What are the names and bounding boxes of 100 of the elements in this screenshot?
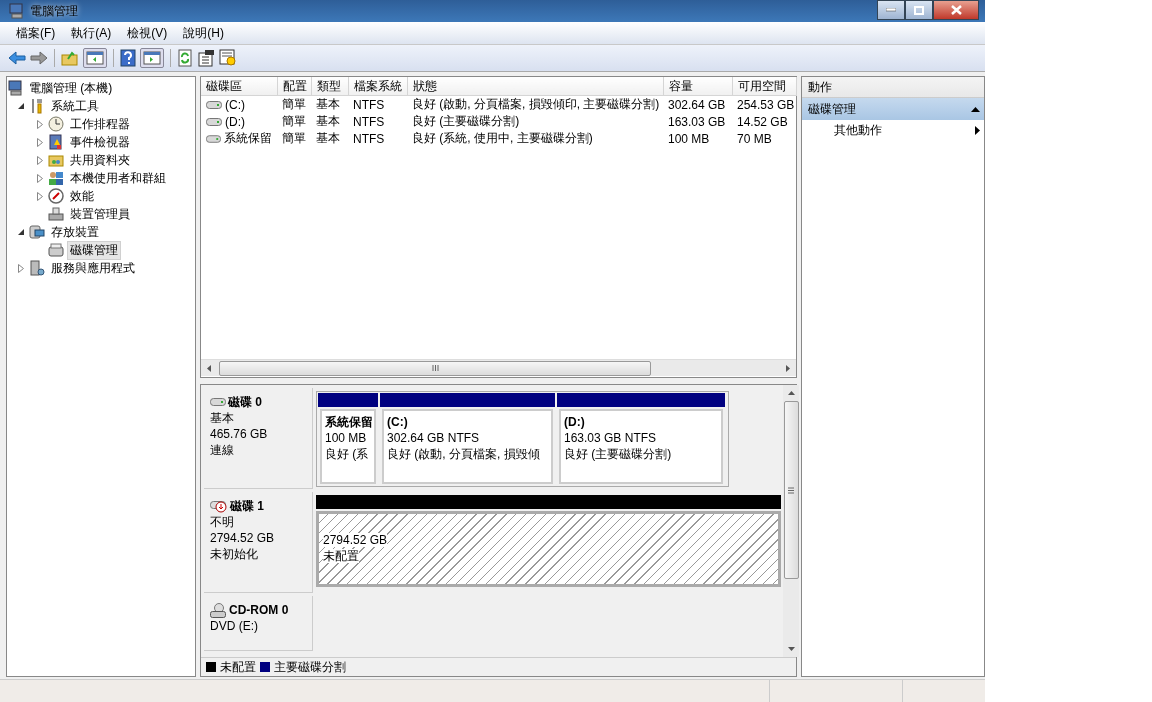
disk-name: 磁碟 0 — [228, 394, 262, 410]
menu-item[interactable]: 檢視(V) — [119, 22, 176, 44]
maximize-button[interactable] — [905, 0, 933, 20]
users-icon — [48, 170, 64, 186]
minimize-button[interactable] — [877, 0, 905, 20]
drive-icon — [206, 133, 221, 144]
partition-status: 良好 (系 — [325, 446, 370, 462]
partition-block[interactable]: (D:) 163.03 GB NTFS 良好 (主要磁碟分割) — [559, 409, 723, 484]
scroll-down-icon[interactable] — [787, 647, 795, 651]
expanded-arrow-icon[interactable] — [17, 228, 25, 236]
tree-item[interactable]: 本機使用者和群組 — [67, 168, 169, 188]
console-tree-icon[interactable] — [83, 48, 107, 68]
partition-name: (D:) — [564, 414, 586, 430]
legend-label: 主要磁碟分割 — [274, 658, 346, 676]
collapsed-arrow-icon[interactable] — [37, 119, 43, 129]
table-cell: NTFS — [348, 95, 407, 113]
partition-size: 163.03 GB NTFS — [564, 430, 658, 446]
table-cell-text: 簡單 — [281, 130, 307, 147]
partition-size: 100 MB — [325, 430, 368, 446]
vertical-scrollbar[interactable] — [783, 385, 799, 657]
submenu-arrow-icon — [975, 125, 980, 135]
cd-drive-icon — [210, 602, 227, 618]
collapsed-arrow-icon[interactable] — [37, 191, 43, 201]
event-log-icon — [48, 134, 64, 150]
scroll-left-icon[interactable] — [207, 364, 211, 372]
partition-block[interactable]: (C:) 302.64 GB NTFS 良好 (啟動, 分頁檔案, 損毀傾 — [382, 409, 553, 484]
close-icon — [950, 5, 962, 15]
tree-item[interactable]: 磁碟管理 — [67, 240, 121, 260]
partition-name: (C:) — [387, 414, 409, 430]
scroll-right-icon[interactable] — [786, 364, 790, 372]
tree-item[interactable]: 系統工具 — [48, 96, 102, 116]
table-cell-text: 70 MB — [736, 130, 773, 147]
table-cell: 基本 — [311, 95, 348, 113]
disk-drive-icon — [210, 397, 226, 407]
table-cell-text: NTFS — [352, 130, 386, 147]
settings-icon[interactable] — [219, 49, 237, 67]
expanded-arrow-icon[interactable] — [17, 102, 25, 110]
tree-item[interactable]: 效能 — [67, 186, 97, 206]
menu-item[interactable]: 檔案(F) — [8, 22, 64, 44]
column-header[interactable]: 可用空間 — [732, 77, 796, 96]
menu-item[interactable]: 執行(A) — [63, 22, 120, 44]
collapsed-arrow-icon[interactable] — [37, 173, 43, 183]
drive-icon — [206, 116, 222, 127]
scroll-thumb[interactable] — [783, 401, 799, 579]
window-title: 電腦管理 — [30, 2, 79, 20]
table-cell-text: 基本 — [315, 113, 341, 130]
column-header[interactable]: 類型 — [311, 77, 348, 96]
tree-item[interactable]: 服務與應用程式 — [48, 258, 138, 278]
column-header[interactable]: 檔案系統 — [348, 77, 407, 96]
table-cell-text: 良好 (系統, 使用中, 主要磁碟分割) — [411, 130, 594, 147]
legend-label: 未配置 — [220, 658, 256, 676]
column-header[interactable]: 容量 — [663, 77, 732, 96]
tree-item[interactable]: 事件檢視器 — [67, 132, 133, 152]
action-item[interactable]: 其他動作 — [802, 120, 984, 140]
table-cell-text: 簡單 — [281, 113, 307, 130]
disk-info: 連線 — [210, 442, 235, 458]
menu-item[interactable]: 說明(H) — [175, 22, 232, 44]
partition-name: 系統保留 — [325, 414, 371, 430]
table-cell: (C:) — [225, 97, 245, 112]
table-cell: (D:) — [225, 114, 245, 129]
table-cell-text: 14.52 GB — [736, 113, 789, 130]
tree-item[interactable]: 裝置管理員 — [67, 204, 133, 224]
disk-info: 2794.52 GB — [210, 530, 276, 546]
action-pane-icon[interactable] — [140, 48, 164, 68]
tree-item[interactable]: 工作排程器 — [67, 114, 133, 134]
tree-item[interactable]: 電腦管理 (本機) — [26, 78, 116, 98]
close-button[interactable] — [933, 0, 979, 20]
computer-icon — [8, 3, 24, 19]
unallocated-partition[interactable]: 2794.52 GB 未配置 — [316, 511, 781, 587]
help-icon[interactable] — [120, 49, 136, 67]
table-cell: 302.64 GB — [663, 95, 732, 113]
folder-up-icon[interactable] — [61, 50, 79, 66]
grip-icon — [431, 365, 439, 371]
disk-name: 磁碟 1 — [230, 498, 264, 514]
collapsed-arrow-icon[interactable] — [37, 137, 43, 147]
tools-icon — [29, 98, 45, 114]
collapsed-arrow-icon[interactable] — [37, 155, 43, 165]
properties-icon[interactable] — [197, 49, 215, 67]
column-header[interactable]: 配置 — [277, 77, 311, 96]
table-cell: 簡單 — [277, 95, 311, 113]
partition-block[interactable]: 系統保留 100 MB 良好 (系 — [320, 409, 376, 484]
scroll-thumb[interactable] — [219, 360, 651, 376]
back-arrow-icon[interactable] — [8, 50, 26, 66]
forward-arrow-icon[interactable] — [30, 50, 48, 66]
scroll-up-icon[interactable] — [787, 391, 795, 395]
table-cell-text: 163.03 GB — [667, 113, 727, 130]
tree-item[interactable]: 存放裝置 — [48, 222, 102, 242]
table-cell: 良好 (啟動, 分頁檔案, 損毀傾印, 主要磁碟分割) — [407, 95, 663, 113]
tree-item[interactable]: 共用資料夾 — [67, 150, 133, 170]
disk-info: 未初始化 — [210, 546, 259, 562]
maximize-icon — [914, 5, 924, 15]
server-icon — [29, 260, 45, 276]
collapsed-arrow-icon[interactable] — [18, 263, 24, 273]
horizontal-scrollbar[interactable] — [201, 359, 796, 376]
collapse-arrow-icon[interactable] — [971, 106, 980, 112]
actions-section[interactable]: 磁碟管理 — [802, 98, 984, 120]
column-header[interactable]: 磁碟區 — [201, 77, 277, 96]
column-header[interactable]: 狀態 — [407, 77, 663, 96]
table-cell: 254.53 GB — [732, 95, 796, 113]
partition-size: 2794.52 GB — [323, 533, 388, 547]
